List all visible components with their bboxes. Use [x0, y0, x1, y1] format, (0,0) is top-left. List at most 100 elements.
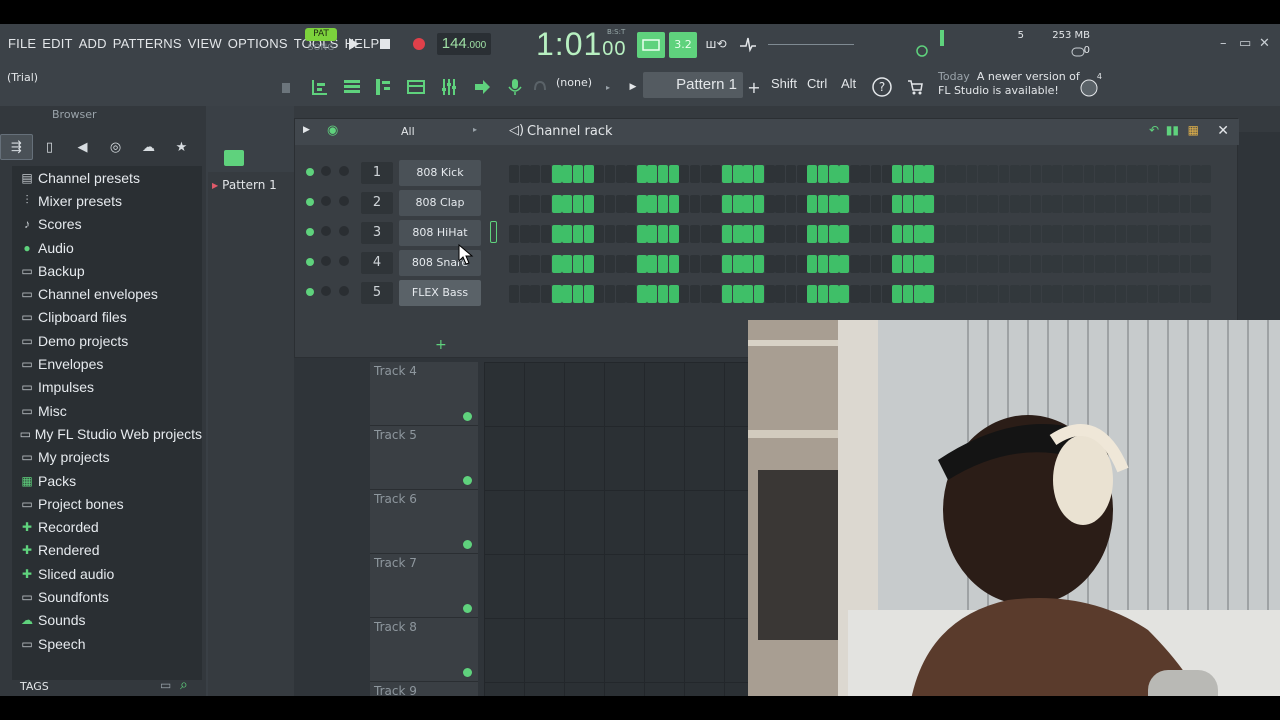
browser-item[interactable]: ▭ Speech	[12, 632, 202, 655]
step-button[interactable]	[1030, 255, 1041, 273]
online-news-button[interactable]: 4	[1076, 72, 1102, 100]
step-button[interactable]	[988, 165, 999, 183]
step-button[interactable]	[1041, 225, 1052, 243]
step-button[interactable]	[849, 285, 860, 303]
step-button[interactable]	[519, 225, 530, 243]
step-button[interactable]	[977, 165, 988, 183]
step-button[interactable]	[732, 165, 743, 183]
channel-mute-led[interactable]	[306, 168, 314, 176]
step-button[interactable]	[604, 225, 615, 243]
step-button[interactable]	[1126, 165, 1137, 183]
tab-all[interactable]: ⇶	[0, 134, 33, 160]
step-button[interactable]	[839, 255, 850, 273]
tab-sounds[interactable]: ◀	[66, 134, 99, 160]
step-button[interactable]	[594, 255, 605, 273]
step-button[interactable]	[1094, 195, 1105, 213]
shift-button[interactable]: Shift	[771, 76, 797, 91]
step-button[interactable]	[1158, 225, 1169, 243]
step-button[interactable]	[509, 195, 519, 213]
step-button[interactable]	[998, 255, 1009, 273]
step-button[interactable]	[966, 195, 977, 213]
step-button[interactable]	[636, 165, 647, 183]
step-button[interactable]	[935, 195, 945, 213]
step-button[interactable]	[1073, 285, 1084, 303]
step-button[interactable]	[956, 255, 967, 273]
mixer-track-number[interactable]: 3	[361, 222, 393, 244]
step-button[interactable]	[1137, 195, 1148, 213]
step-button[interactable]	[604, 165, 615, 183]
volume-knob[interactable]	[339, 196, 349, 206]
step-button[interactable]	[626, 195, 637, 213]
minimize-button[interactable]: –	[1220, 36, 1227, 51]
step-button[interactable]	[945, 195, 956, 213]
master-volume-slider[interactable]	[768, 44, 854, 45]
step-button[interactable]	[1052, 165, 1063, 183]
step-button[interactable]	[732, 195, 743, 213]
step-sequencer-icon[interactable]: ▮▮	[1166, 123, 1179, 137]
step-button[interactable]	[828, 255, 839, 273]
step-button[interactable]	[679, 165, 690, 183]
menu-add[interactable]: ADD	[79, 36, 107, 51]
step-button[interactable]	[1169, 225, 1180, 243]
step-button[interactable]	[700, 195, 711, 213]
step-button[interactable]	[626, 255, 637, 273]
step-button[interactable]	[945, 225, 956, 243]
menu-patterns[interactable]: PATTERNS	[113, 36, 182, 51]
step-button[interactable]	[828, 195, 839, 213]
step-button[interactable]	[977, 285, 988, 303]
step-button[interactable]	[796, 195, 807, 213]
step-button[interactable]	[1148, 225, 1158, 243]
panning-knob[interactable]	[321, 226, 331, 236]
step-button[interactable]	[551, 285, 562, 303]
step-button[interactable]	[785, 165, 796, 183]
step-button[interactable]	[1062, 285, 1073, 303]
panning-knob[interactable]	[321, 166, 331, 176]
meter-toggle[interactable]	[1070, 46, 1086, 58]
tab-cloud[interactable]: ☁	[132, 134, 165, 160]
volume-knob[interactable]	[339, 286, 349, 296]
panning-knob[interactable]	[321, 286, 331, 296]
step-button[interactable]	[1116, 195, 1127, 213]
step-button[interactable]	[700, 255, 711, 273]
step-button[interactable]	[1137, 255, 1148, 273]
step-button[interactable]	[679, 225, 690, 243]
step-button[interactable]	[796, 255, 807, 273]
step-button[interactable]	[1179, 165, 1190, 183]
channel-mute-led[interactable]	[306, 288, 314, 296]
browser-item[interactable]: ▭ My FL Studio Web projects	[12, 422, 202, 445]
step-button[interactable]	[743, 255, 754, 273]
step-button[interactable]	[690, 285, 701, 303]
pat-mode[interactable]: PAT	[305, 28, 337, 41]
step-button[interactable]	[998, 225, 1009, 243]
step-button[interactable]	[1073, 255, 1084, 273]
close-button[interactable]: ✕	[1259, 36, 1270, 51]
step-button[interactable]	[551, 255, 562, 273]
browser-item[interactable]: ▭ Backup	[12, 259, 202, 282]
volume-knob[interactable]	[339, 226, 349, 236]
step-button[interactable]	[1190, 255, 1201, 273]
metronome-button[interactable]	[737, 33, 759, 55]
step-button[interactable]	[817, 165, 828, 183]
panning-knob[interactable]	[321, 256, 331, 266]
step-button[interactable]	[1052, 285, 1063, 303]
step-button[interactable]	[743, 165, 754, 183]
step-button[interactable]	[732, 255, 743, 273]
step-button[interactable]	[636, 255, 647, 273]
step-button[interactable]	[913, 255, 924, 273]
pattern-selector[interactable]: Pattern 1	[643, 72, 743, 98]
browser-item[interactable]: ▭ Impulses	[12, 376, 202, 399]
browser-item[interactable]: ▭ Demo projects	[12, 329, 202, 352]
step-button[interactable]	[764, 255, 775, 273]
step-button[interactable]	[1062, 225, 1073, 243]
step-button[interactable]	[540, 255, 551, 273]
step-button[interactable]	[753, 165, 764, 183]
browser-item[interactable]: ▭ Project bones	[12, 492, 202, 515]
step-button[interactable]	[828, 225, 839, 243]
step-button[interactable]	[732, 285, 743, 303]
step-button[interactable]	[583, 195, 594, 213]
step-button[interactable]	[1201, 225, 1212, 243]
step-button[interactable]	[722, 285, 732, 303]
step-button[interactable]	[658, 285, 669, 303]
step-button[interactable]	[860, 225, 871, 243]
step-button[interactable]	[711, 285, 722, 303]
